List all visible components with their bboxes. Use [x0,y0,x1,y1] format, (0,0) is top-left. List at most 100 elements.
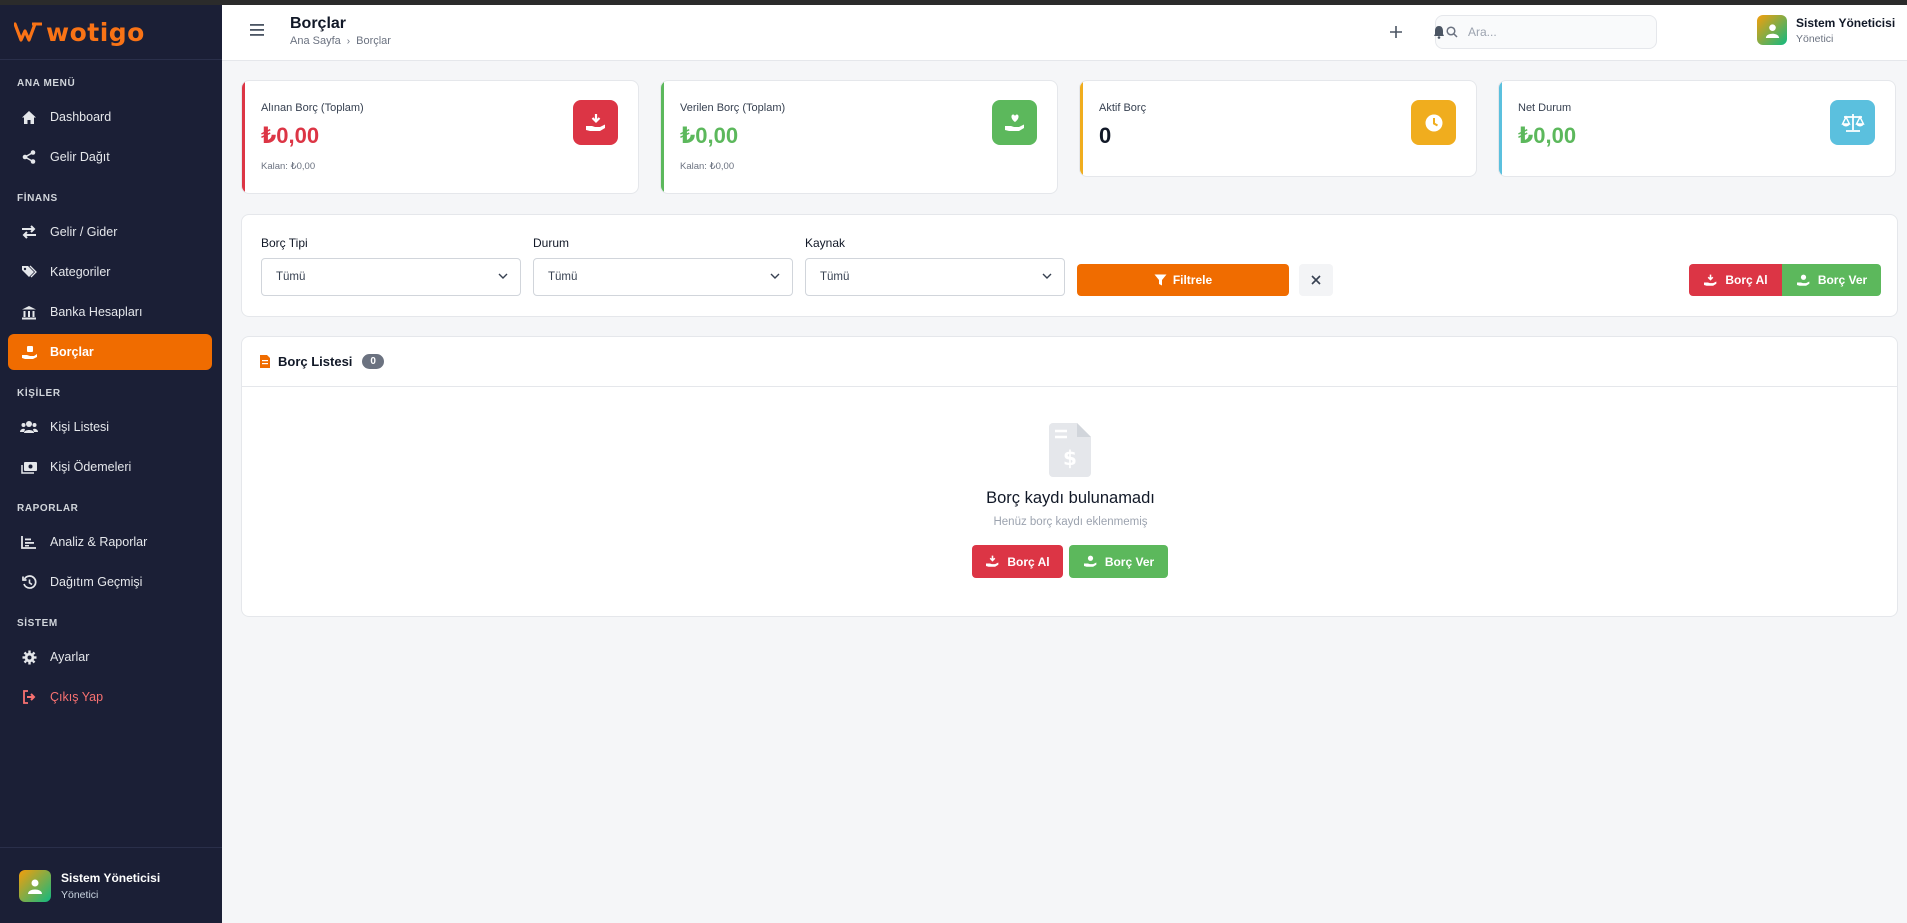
hand-receive-icon [985,555,1000,568]
sidebar-item-kisi-listesi[interactable]: Kişi Listesi [8,409,212,445]
sidebar-item-dashboard[interactable]: Dashboard [8,99,212,135]
sidebar-item-logout[interactable]: Çıkış Yap [8,679,212,715]
stat-value: ₺0,00 [1518,123,1577,148]
sidebar-user-card[interactable]: Sistem Yöneticisi Yönetici [0,847,222,923]
nav-section-reports: RAPORLAR [17,503,79,514]
clear-filters-button[interactable] [1299,264,1333,296]
sidebar-item-kisi-odemeleri[interactable]: Kişi Ödemeleri [8,449,212,485]
sidebar-item-dagitim-gecmisi[interactable]: Dağıtım Geçmişi [8,564,212,600]
brand-logo[interactable]: wotigo [0,5,222,60]
nav-section-main: ANA MENÜ [17,78,76,89]
nav-section-people: KİŞİLER [17,388,61,399]
scale-icon [1830,100,1875,145]
header-user-info: Sistem Yöneticisi Yönetici [1796,16,1895,45]
sidebar-item-kategoriler[interactable]: Kategoriler [8,254,212,290]
clock-icon [1411,100,1456,145]
user-icon [1765,23,1779,38]
avatar [1757,15,1787,45]
gear-icon [20,648,38,666]
stat-accent-bar [242,81,245,193]
plus-icon [1390,26,1402,38]
select-value: Tümü [276,271,306,283]
filter-status-label: Durum [533,236,570,250]
stat-remaining: Kalan: ₺0,00 [680,161,735,172]
hand-give-icon [1083,555,1098,568]
sidebar-user-role: Yönetici [61,888,99,901]
menu-toggle-icon[interactable] [250,23,266,37]
hand-give-icon [1796,274,1811,287]
empty-borrow-button-label: Borç Al [1007,554,1050,569]
sidebar-item-label: Borçlar [50,345,94,359]
sidebar-item-banka-hesaplari[interactable]: Banka Hesapları [8,294,212,330]
sidebar-item-label: Kişi Ödemeleri [50,460,132,474]
empty-file-dollar-icon: $ [1049,423,1091,482]
user-icon [28,879,42,894]
debt-list-header: Borç Listesi 0 [242,337,1897,387]
sidebar-item-label: Kategoriler [50,265,111,279]
top-header: Borçlar Ana Sayfa › Borçlar Sistem Yönet… [222,5,1907,61]
sidebar-item-label: Dağıtım Geçmişi [50,575,143,589]
empty-lend-button[interactable]: Borç Ver [1069,545,1168,578]
search-box [1435,15,1657,49]
nav-section-finance: FİNANS [17,193,58,204]
debt-count-badge: 0 [362,354,384,369]
sidebar-item-label: Gelir / Gider [50,225,118,239]
stat-remaining: Kalan: ₺0,00 [261,161,316,172]
header-user-name: Sistem Yöneticisi [1796,15,1896,30]
hand-receive-icon [1703,274,1718,287]
filter-button-label: Filtrele [1172,273,1213,287]
stat-value: ₺0,00 [680,123,739,148]
add-button[interactable] [1383,19,1409,45]
lend-button[interactable]: Borç Ver [1782,264,1881,296]
avatar [19,869,51,902]
sidebar-item-ayarlar[interactable]: Ayarlar [8,639,212,675]
stat-label: Aktif Borç [1099,102,1147,114]
notifications-button[interactable] [1426,19,1452,45]
stat-label: Alınan Borç (Toplam) [261,102,364,114]
sidebar-item-gelir-dagit[interactable]: Gelir Dağıt [8,139,212,175]
sidebar-item-gelir-gider[interactable]: Gelir / Gider [8,214,212,250]
empty-state-subtitle: Henüz borç kaydı eklenmemiş [993,516,1148,528]
borrow-button-label: Borç Al [1725,273,1768,287]
sidebar-item-label: Kişi Listesi [50,420,110,434]
breadcrumb-home[interactable]: Ana Sayfa [290,35,341,47]
filter-icon [1154,274,1167,286]
history-icon [20,573,38,591]
sidebar-item-analiz-raporlar[interactable]: Analiz & Raporlar [8,524,212,560]
page-title: Borçlar [290,15,347,32]
search-input[interactable] [1468,25,1638,39]
sidebar-item-borclar[interactable]: Borçlar [8,334,212,370]
borrow-button[interactable]: Borç Al [1689,264,1782,296]
tags-icon [20,263,38,281]
sidebar: wotigo ANA MENÜ Dashboard Gelir Dağıt Fİ… [0,5,222,923]
sidebar-user-name: Sistem Yöneticisi [61,870,161,885]
chevron-down-icon [1042,273,1052,279]
filter-status-select[interactable]: Tümü [533,258,793,296]
breadcrumb: Ana Sayfa › Borçlar [290,35,391,47]
hand-holding-dollar-icon [20,343,38,361]
header-user-menu[interactable]: Sistem Yöneticisi Yönetici [1757,15,1895,45]
sidebar-user-info: Sistem Yöneticisi Yönetici [61,871,160,901]
bank-icon [20,303,38,321]
filter-source-select[interactable]: Tümü [805,258,1065,296]
users-icon [20,418,38,436]
logo-mark-icon [14,21,44,43]
bell-icon [1434,26,1444,39]
chevron-down-icon [498,273,508,279]
filter-source-label: Kaynak [805,236,846,250]
chart-icon [20,533,38,551]
sidebar-item-label: Ayarlar [50,650,90,664]
filter-type-select[interactable]: Tümü [261,258,521,296]
debt-list-panel: Borç Listesi 0 $ Borç kaydı bulunamadı H… [241,336,1898,617]
close-icon [1311,275,1321,285]
money-bill-icon [20,458,38,476]
select-value: Tümü [548,271,578,283]
logout-icon [20,688,38,706]
filter-button[interactable]: Filtrele [1077,264,1289,296]
empty-lend-button-label: Borç Ver [1104,554,1155,569]
stat-card-active-debt: Aktif Borç 0 [1079,80,1477,177]
debt-list-title: Borç Listesi [278,354,353,369]
empty-borrow-button[interactable]: Borç Al [972,545,1063,578]
hand-receive-icon [573,100,618,145]
sidebar-item-label: Banka Hesapları [50,305,143,319]
